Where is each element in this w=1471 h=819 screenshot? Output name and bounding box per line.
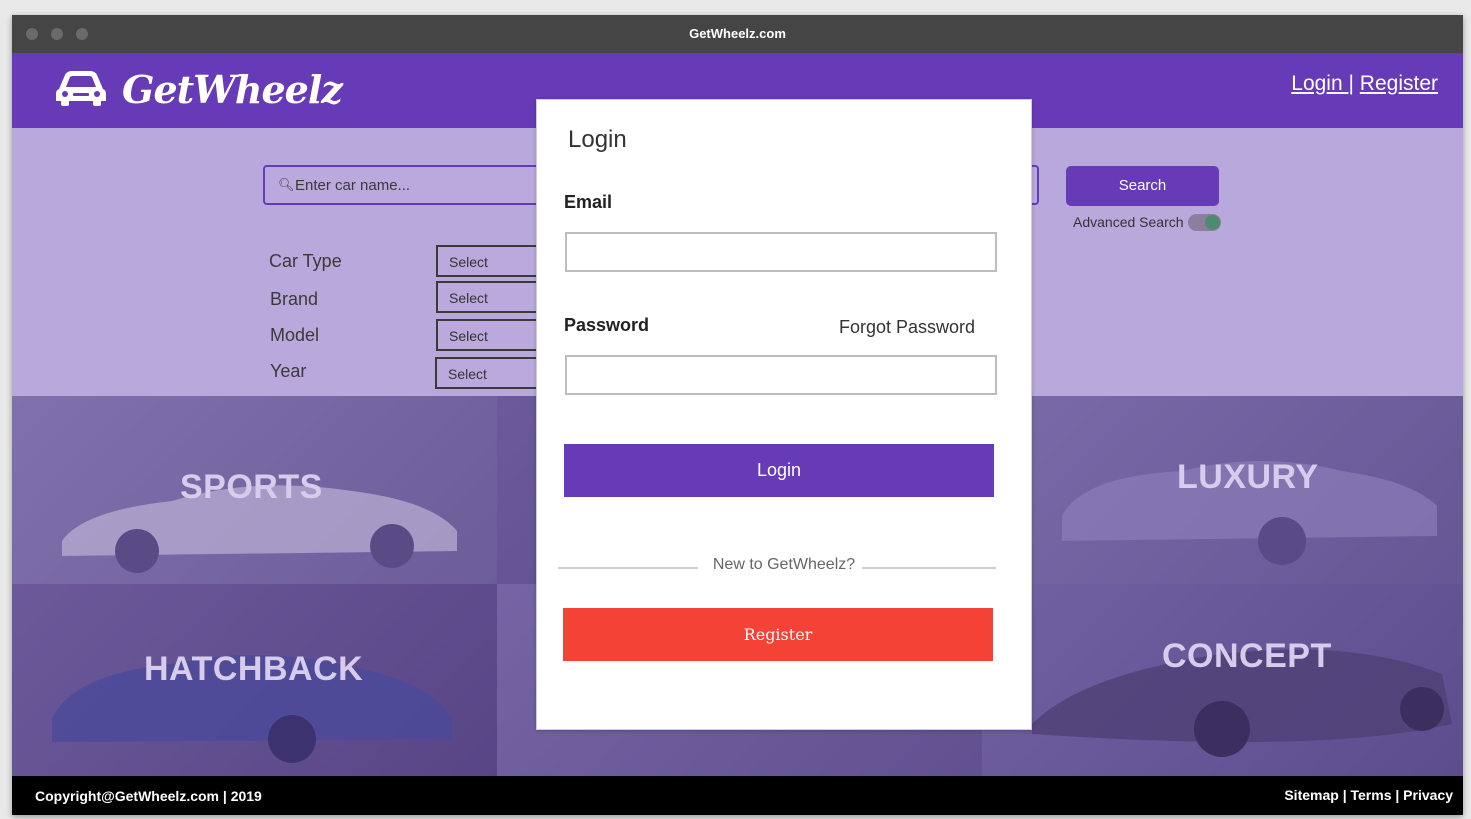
filter-label-model: Model (270, 325, 320, 345)
filter-label-year: Year (270, 361, 307, 381)
category-label-sports: SPORTS (180, 468, 323, 506)
email-label: Email (564, 192, 613, 212)
email-field[interactable] (565, 232, 997, 272)
password-label: Password (564, 315, 650, 335)
register-button[interactable]: Register (563, 608, 993, 661)
advanced-search-toggle[interactable] (1188, 214, 1221, 231)
divider-right (862, 567, 996, 569)
brand-select[interactable]: Select (436, 281, 546, 313)
password-field[interactable] (565, 355, 997, 395)
category-tile-sports[interactable]: SPORTS (12, 396, 497, 584)
login-modal-title: Login (568, 126, 627, 153)
year-select[interactable]: Select (435, 357, 545, 389)
category-label-concept: CONCEPT (1162, 637, 1332, 675)
window-title: GetWheelz.com (689, 26, 786, 41)
model-select[interactable]: Select (436, 319, 546, 351)
site-footer: Copyright@GetWheelz.com | 2019 Sitemap |… (12, 776, 1463, 815)
forgot-password-link[interactable]: Forgot Password (839, 317, 975, 338)
search-icon: 🔍︎ (278, 177, 295, 192)
login-modal: Login Email Password Forgot Password Log… (536, 99, 1032, 730)
search-button[interactable]: Search (1066, 166, 1219, 206)
category-label-hatchback: HATCHBACK (144, 650, 364, 688)
category-tile-luxury[interactable]: LUXURY (982, 396, 1463, 584)
header-link-separator: | (1348, 72, 1354, 95)
search-placeholder: Enter car name... (295, 177, 411, 194)
header-login-link[interactable]: Login (1291, 72, 1348, 95)
car-logo-icon (56, 71, 106, 106)
footer-copyright: Copyright@GetWheelz.com | 2019 (35, 788, 262, 804)
footer-links[interactable]: Sitemap | Terms | Privacy (1284, 787, 1453, 803)
header-register-link[interactable]: Register (1360, 72, 1438, 95)
title-bar: GetWheelz.com (12, 15, 1463, 53)
category-label-luxury: LUXURY (1177, 458, 1319, 496)
site-logo-text[interactable]: GetWheelz (122, 67, 343, 112)
category-tile-concept[interactable]: CONCEPT (982, 584, 1463, 776)
advanced-search-label: Advanced Search (1073, 214, 1184, 230)
luxury-car-image (1062, 461, 1437, 565)
new-user-text: New to GetWheelz? (712, 556, 856, 573)
filter-label-brand: Brand (270, 289, 319, 309)
filter-label-car-type: Car Type (269, 251, 342, 271)
category-tile-hatchback[interactable]: HATCHBACK (12, 584, 497, 776)
auth-links: Login | Register (1291, 72, 1438, 96)
hatchback-car-image (52, 655, 452, 763)
car-type-select[interactable]: Select (436, 245, 546, 277)
login-button[interactable]: Login (564, 444, 994, 497)
toggle-knob (1205, 215, 1220, 230)
